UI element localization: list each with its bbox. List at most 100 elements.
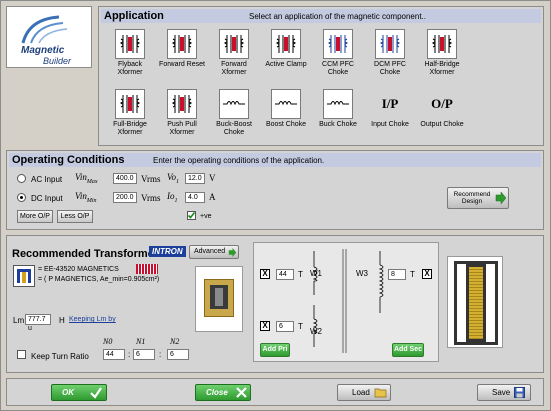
lm-unit: H <box>59 316 65 325</box>
w2-turns-field[interactable]: 6 <box>276 321 294 332</box>
dcm-pfc-choke-icon <box>375 29 405 59</box>
vin-max-field[interactable]: 400.0 <box>113 173 137 184</box>
close-button[interactable]: Close <box>195 384 251 401</box>
recommend-design-label: Recommend Design <box>453 191 491 205</box>
w1-t-unit: T <box>298 270 303 279</box>
core-name: = EE-43520 MAGNETICS <box>38 266 119 273</box>
ac-input-label: AC Input <box>31 175 63 184</box>
remove-w3-button[interactable]: X <box>422 269 432 279</box>
app-half-bridge-xformer-label: Half-Bridge Xformer <box>424 61 460 76</box>
boost-choke-icon <box>271 89 301 119</box>
app-forward-xformer-label: Forward Xformer <box>221 61 247 76</box>
load-button[interactable]: Load <box>337 384 391 401</box>
operating-hint: Enter the operating conditions of the ap… <box>153 156 325 165</box>
application-hint: Select an application of the magnetic co… <box>249 12 426 21</box>
app-buck-choke-label: Buck Choke <box>319 121 357 128</box>
input-choke-glyph: I/P <box>381 96 399 111</box>
ratio-colon-2: : <box>159 350 162 359</box>
io-field[interactable]: 4.0 <box>185 192 205 203</box>
save-button[interactable]: Save <box>477 384 531 401</box>
half-bridge-xformer-icon <box>427 29 457 59</box>
app-input-choke-label: Input Choke <box>371 121 409 128</box>
app-buck-choke-button[interactable]: Buck Choke <box>315 89 361 139</box>
intron-logo: INTRON <box>149 246 186 257</box>
app-forward-reset-button[interactable]: Forward Reset <box>159 29 205 79</box>
advanced-button[interactable]: Advanced <box>189 245 239 259</box>
advanced-label: Advanced <box>194 248 226 255</box>
recommend-design-button[interactable]: Recommend Design <box>447 187 509 209</box>
keeping-lm-link[interactable]: Keeping Lm by <box>69 316 116 323</box>
app-flyback-xformer-button[interactable]: Flyback Xformer <box>107 29 153 79</box>
folder-icon <box>374 388 387 398</box>
active-clamp-icon <box>271 29 301 59</box>
vo-unit: V <box>209 173 216 183</box>
app-flyback-xformer-label: Flyback Xformer <box>117 61 143 76</box>
n2-field[interactable]: 6 <box>167 349 189 360</box>
vo-symbol: Vo1 <box>167 172 179 185</box>
ve-checkbox[interactable] <box>187 211 196 220</box>
ac-input-radio[interactable] <box>17 174 26 183</box>
n2-label: N2 <box>170 337 180 346</box>
close-label: Close <box>206 388 228 397</box>
app-input-choke-button[interactable]: I/P Input Choke <box>367 89 413 139</box>
w1-label: W1 <box>310 269 322 278</box>
app-push-pull-xformer-button[interactable]: Push Pull Xformer <box>159 89 205 139</box>
vo-field[interactable]: 12.0 <box>185 173 205 184</box>
remove-w2-button[interactable]: X <box>260 321 270 331</box>
app-buck-boost-choke-button[interactable]: Buck-Boost Choke <box>211 89 257 139</box>
ok-button[interactable]: OK <box>51 384 107 401</box>
application-panel: Application Select an application of the… <box>98 6 544 146</box>
app-ccm-pfc-choke-label: CCM PFC Choke <box>322 61 354 76</box>
vin-max-unit: Vrms <box>141 174 161 184</box>
winding-schematic: X 44 T W1 X 6 T W2 W3 8 T X Add Pri Add … <box>253 242 439 362</box>
remove-w1-button[interactable]: X <box>260 269 270 279</box>
app-boost-choke-label: Boost Choke <box>265 121 307 128</box>
app-output-choke-button[interactable]: O/P Output Choke <box>419 89 465 139</box>
app-active-clamp-button[interactable]: Active Clamp <box>263 29 309 79</box>
app-output-choke-label: Output Choke <box>420 121 464 128</box>
arrow-right-icon <box>495 192 507 204</box>
app-forward-xformer-button[interactable]: Forward Xformer <box>211 29 257 79</box>
keep-turn-checkbox[interactable] <box>17 350 26 359</box>
operating-panel: Operating Conditions Enter the operating… <box>6 150 544 230</box>
w1-turns-field[interactable]: 44 <box>276 269 294 280</box>
app-boost-choke-button[interactable]: Boost Choke <box>263 89 309 139</box>
app-ccm-pfc-choke-button[interactable]: CCM PFC Choke <box>315 29 361 79</box>
app-full-bridge-xformer-button[interactable]: Full-Bridge Xformer <box>107 89 153 139</box>
less-op-button[interactable]: Less O/P <box>57 210 93 223</box>
ve-label: +ve <box>200 213 212 220</box>
lm-field[interactable]: 777.7 u <box>25 314 51 332</box>
app-dcm-pfc-choke-button[interactable]: DCM PFC Choke <box>367 29 413 79</box>
app-push-pull-xformer-label: Push Pull Xformer <box>167 121 197 136</box>
floppy-disk-icon <box>514 387 525 398</box>
forward-reset-icon <box>167 29 197 59</box>
keep-turn-label: Keep Turn Ratio <box>31 352 89 361</box>
app-buck-boost-choke-label: Buck-Boost Choke <box>216 121 252 136</box>
add-pri-button[interactable]: Add Pri <box>260 343 290 357</box>
logo-panel: Magnetic Builder <box>6 6 92 68</box>
operating-title: Operating Conditions <box>12 154 125 166</box>
io-symbol: Io1 <box>167 191 178 204</box>
footer-panel: OK Close Load Save <box>6 378 544 406</box>
core-image <box>195 266 243 332</box>
w3-turns-field[interactable]: 8 <box>388 269 406 280</box>
more-op-button[interactable]: More O/P <box>17 210 53 223</box>
core-icon <box>13 265 35 287</box>
app-half-bridge-xformer-button[interactable]: Half-Bridge Xformer <box>419 29 465 79</box>
vin-min-field[interactable]: 200.0 <box>113 192 137 203</box>
io-unit: A <box>209 192 216 202</box>
load-label: Load <box>352 388 370 397</box>
core-cross-section <box>447 256 503 348</box>
core-desc: = ( P MAGNETICS, Ae_min=0.905cm²) <box>38 276 160 283</box>
transformer-panel: Recommended Transformer INTRON Advanced … <box>6 235 544 373</box>
n0-field[interactable]: 44 <box>103 349 125 360</box>
input-choke-icon: I/P <box>375 89 405 119</box>
full-bridge-xformer-icon <box>115 89 145 119</box>
dc-input-radio[interactable] <box>17 193 26 202</box>
vin-min-unit: Vrms <box>141 193 161 203</box>
application-title: Application <box>104 10 164 22</box>
add-sec-button[interactable]: Add Sec <box>392 343 424 357</box>
n1-field[interactable]: 6 <box>133 349 155 360</box>
ok-label: OK <box>62 388 74 397</box>
magnetics-logo <box>136 264 158 274</box>
